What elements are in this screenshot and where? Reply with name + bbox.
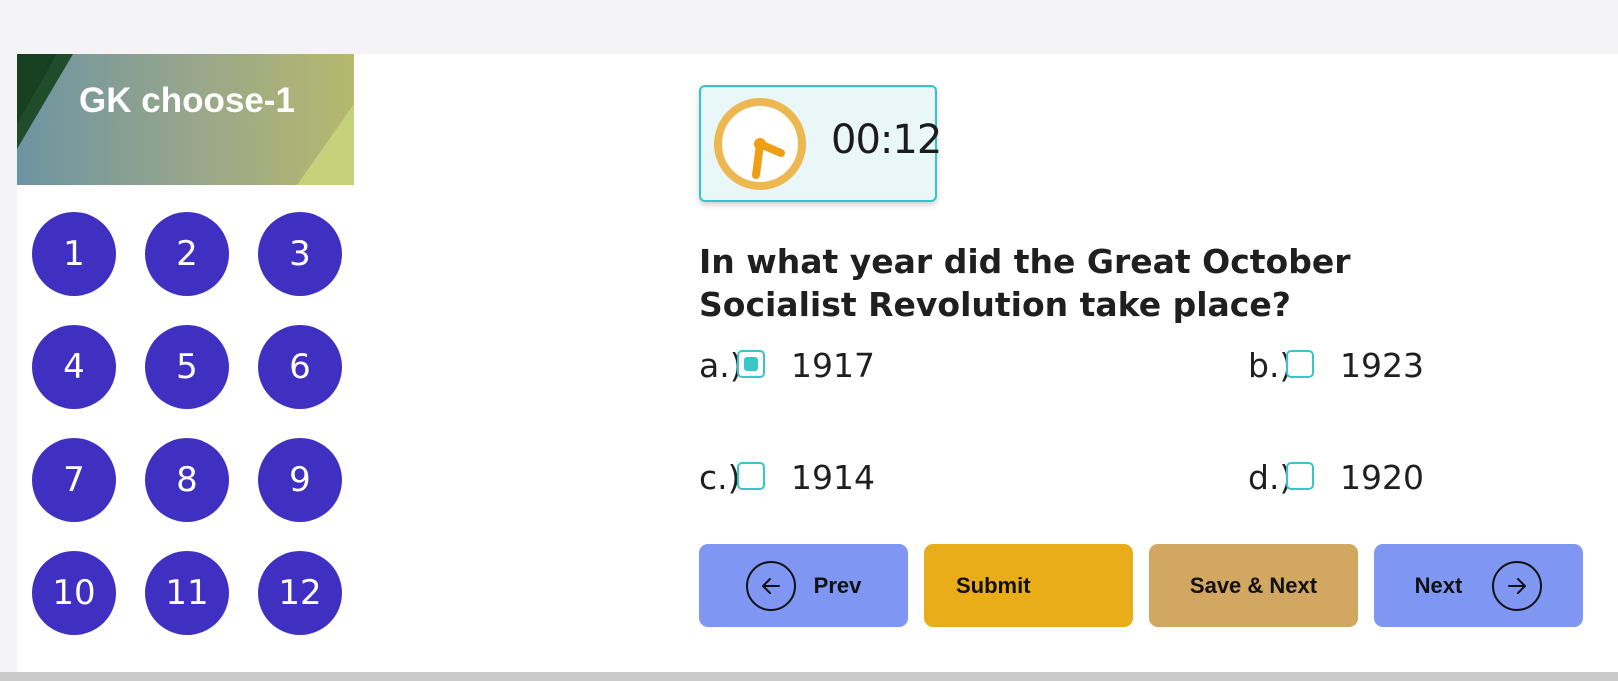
question-nav-button-8[interactable]: 8 xyxy=(145,438,229,522)
option-letter: d.) xyxy=(1248,458,1293,497)
prev-button[interactable]: Prev xyxy=(699,544,908,627)
option-letter: a.) xyxy=(699,346,743,385)
save-next-button[interactable]: Save & Next xyxy=(1149,544,1358,627)
option-c[interactable]: c.) 1914 xyxy=(699,458,875,497)
question-nav-grid: 1 2 3 4 5 6 7 8 9 10 11 12 xyxy=(32,212,342,635)
prev-button-label: Prev xyxy=(813,572,862,598)
question-text: In what year did the Great October Socia… xyxy=(699,242,1351,324)
timer: 00:12 xyxy=(699,85,942,202)
option-letter: c.) xyxy=(699,458,741,497)
next-button[interactable]: Next xyxy=(1374,544,1583,627)
save-next-button-label: Save & Next xyxy=(1189,572,1318,598)
quiz-banner: GK choose-1 xyxy=(17,54,354,185)
arrow-right-icon xyxy=(1492,560,1543,611)
option-value: 1917 xyxy=(791,346,875,385)
bottom-scrollbar[interactable] xyxy=(0,672,1618,681)
option-value: 1923 xyxy=(1340,346,1424,385)
quiz-title: GK choose-1 xyxy=(79,81,295,120)
question-nav-button-7[interactable]: 7 xyxy=(32,438,116,522)
option-checkbox[interactable] xyxy=(737,349,765,378)
question-nav-button-4[interactable]: 4 xyxy=(32,325,116,409)
timer-value: 00:12 xyxy=(831,117,942,163)
arrow-left-icon xyxy=(745,560,796,611)
option-b[interactable]: b.) 1923 xyxy=(1248,346,1424,385)
option-value: 1920 xyxy=(1340,458,1424,497)
option-letter: b.) xyxy=(1248,346,1293,385)
option-d[interactable]: d.) 1920 xyxy=(1248,458,1424,497)
question-nav-button-9[interactable]: 9 xyxy=(258,438,342,522)
option-value: 1914 xyxy=(791,458,875,497)
option-checkbox[interactable] xyxy=(1286,349,1314,378)
question-nav-button-12[interactable]: 12 xyxy=(258,551,342,635)
submit-button[interactable]: Submit xyxy=(924,544,1133,627)
option-checkbox[interactable] xyxy=(737,461,765,490)
option-checkbox[interactable] xyxy=(1286,461,1314,490)
option-a[interactable]: a.) 1917 xyxy=(699,346,875,385)
question-nav-button-3[interactable]: 3 xyxy=(258,212,342,296)
question-nav-button-5[interactable]: 5 xyxy=(145,325,229,409)
question-nav-button-11[interactable]: 11 xyxy=(145,551,229,635)
clock-icon xyxy=(714,98,806,190)
question-nav-button-1[interactable]: 1 xyxy=(32,212,116,296)
question-nav-button-10[interactable]: 10 xyxy=(32,551,116,635)
next-button-label: Next xyxy=(1414,572,1463,598)
top-strip xyxy=(0,0,1618,54)
submit-button-label: Submit xyxy=(956,572,1031,598)
question-nav-button-6[interactable]: 6 xyxy=(258,325,342,409)
question-nav-button-2[interactable]: 2 xyxy=(145,212,229,296)
